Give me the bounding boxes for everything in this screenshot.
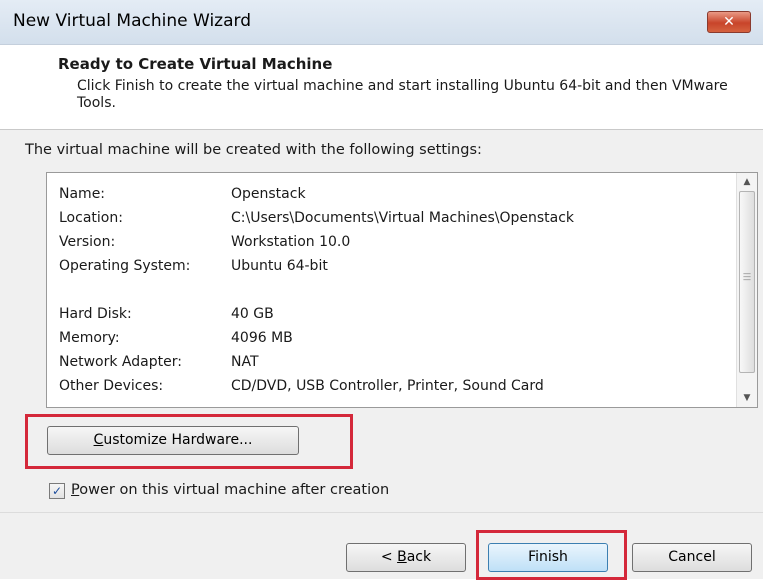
setting-value: 4096 MB	[231, 330, 293, 346]
setting-key: Memory:	[59, 330, 120, 346]
scroll-up-arrow-icon[interactable]: ▲	[737, 173, 757, 191]
setting-key: Other Devices:	[59, 378, 164, 394]
wizard-body: The virtual machine will be created with…	[0, 130, 763, 512]
customize-hardware-button[interactable]: Customize Hardware...	[47, 426, 299, 455]
setting-value: Openstack	[231, 186, 306, 202]
scroll-thumb[interactable]: — — —	[739, 191, 755, 373]
setting-key: Network Adapter:	[59, 354, 182, 370]
vertical-scrollbar[interactable]: ▲ — — — ▼	[736, 173, 757, 407]
back-prefix: <	[380, 549, 398, 565]
settings-intro: The virtual machine will be created with…	[25, 142, 482, 158]
setting-key: Version:	[59, 234, 116, 250]
wizard-header: Ready to Create Virtual Machine Click Fi…	[0, 45, 763, 130]
customize-hardware-mnemonic: C	[93, 432, 104, 448]
cancel-button[interactable]: Cancel	[632, 543, 752, 572]
setting-value: CD/DVD, USB Controller, Printer, Sound C…	[231, 378, 544, 394]
close-icon: ✕	[723, 14, 735, 30]
title-bar: New Virtual Machine Wizard ✕	[0, 0, 763, 45]
grip-icon: — — —	[743, 269, 751, 284]
settings-summary-box[interactable]: Name: Openstack Location: C:\Users\Docum…	[46, 172, 758, 408]
close-button[interactable]: ✕	[707, 11, 751, 33]
setting-value: Workstation 10.0	[231, 234, 351, 250]
wizard-footer: < Back Finish Cancel	[0, 512, 763, 580]
page-title: Ready to Create Virtual Machine	[58, 55, 333, 73]
back-button[interactable]: < Back	[346, 543, 466, 572]
setting-key: Operating System:	[59, 258, 191, 274]
setting-value: Ubuntu 64-bit	[231, 258, 328, 274]
setting-value: 40 GB	[231, 306, 274, 322]
setting-value: C:\Users\Documents\Virtual Machines\Open…	[231, 210, 575, 226]
setting-key: Name:	[59, 186, 106, 202]
customize-hardware-label: ustomize Hardware...	[103, 432, 253, 448]
setting-key: Location:	[59, 210, 123, 226]
power-on-mnemonic: P	[71, 482, 80, 498]
back-mnemonic: B	[397, 549, 407, 565]
scroll-down-arrow-icon[interactable]: ▼	[737, 389, 757, 407]
window-title: New Virtual Machine Wizard	[13, 11, 251, 31]
setting-key: Hard Disk:	[59, 306, 132, 322]
back-label: ack	[406, 549, 432, 565]
finish-button[interactable]: Finish	[488, 543, 608, 572]
page-description: Click Finish to create the virtual machi…	[77, 78, 728, 111]
power-on-text: ower on this virtual machine after creat…	[79, 482, 390, 498]
power-on-checkbox[interactable]: ✓	[49, 483, 65, 499]
power-on-label: Power on this virtual machine after crea…	[71, 482, 389, 498]
setting-value: NAT	[231, 354, 259, 370]
